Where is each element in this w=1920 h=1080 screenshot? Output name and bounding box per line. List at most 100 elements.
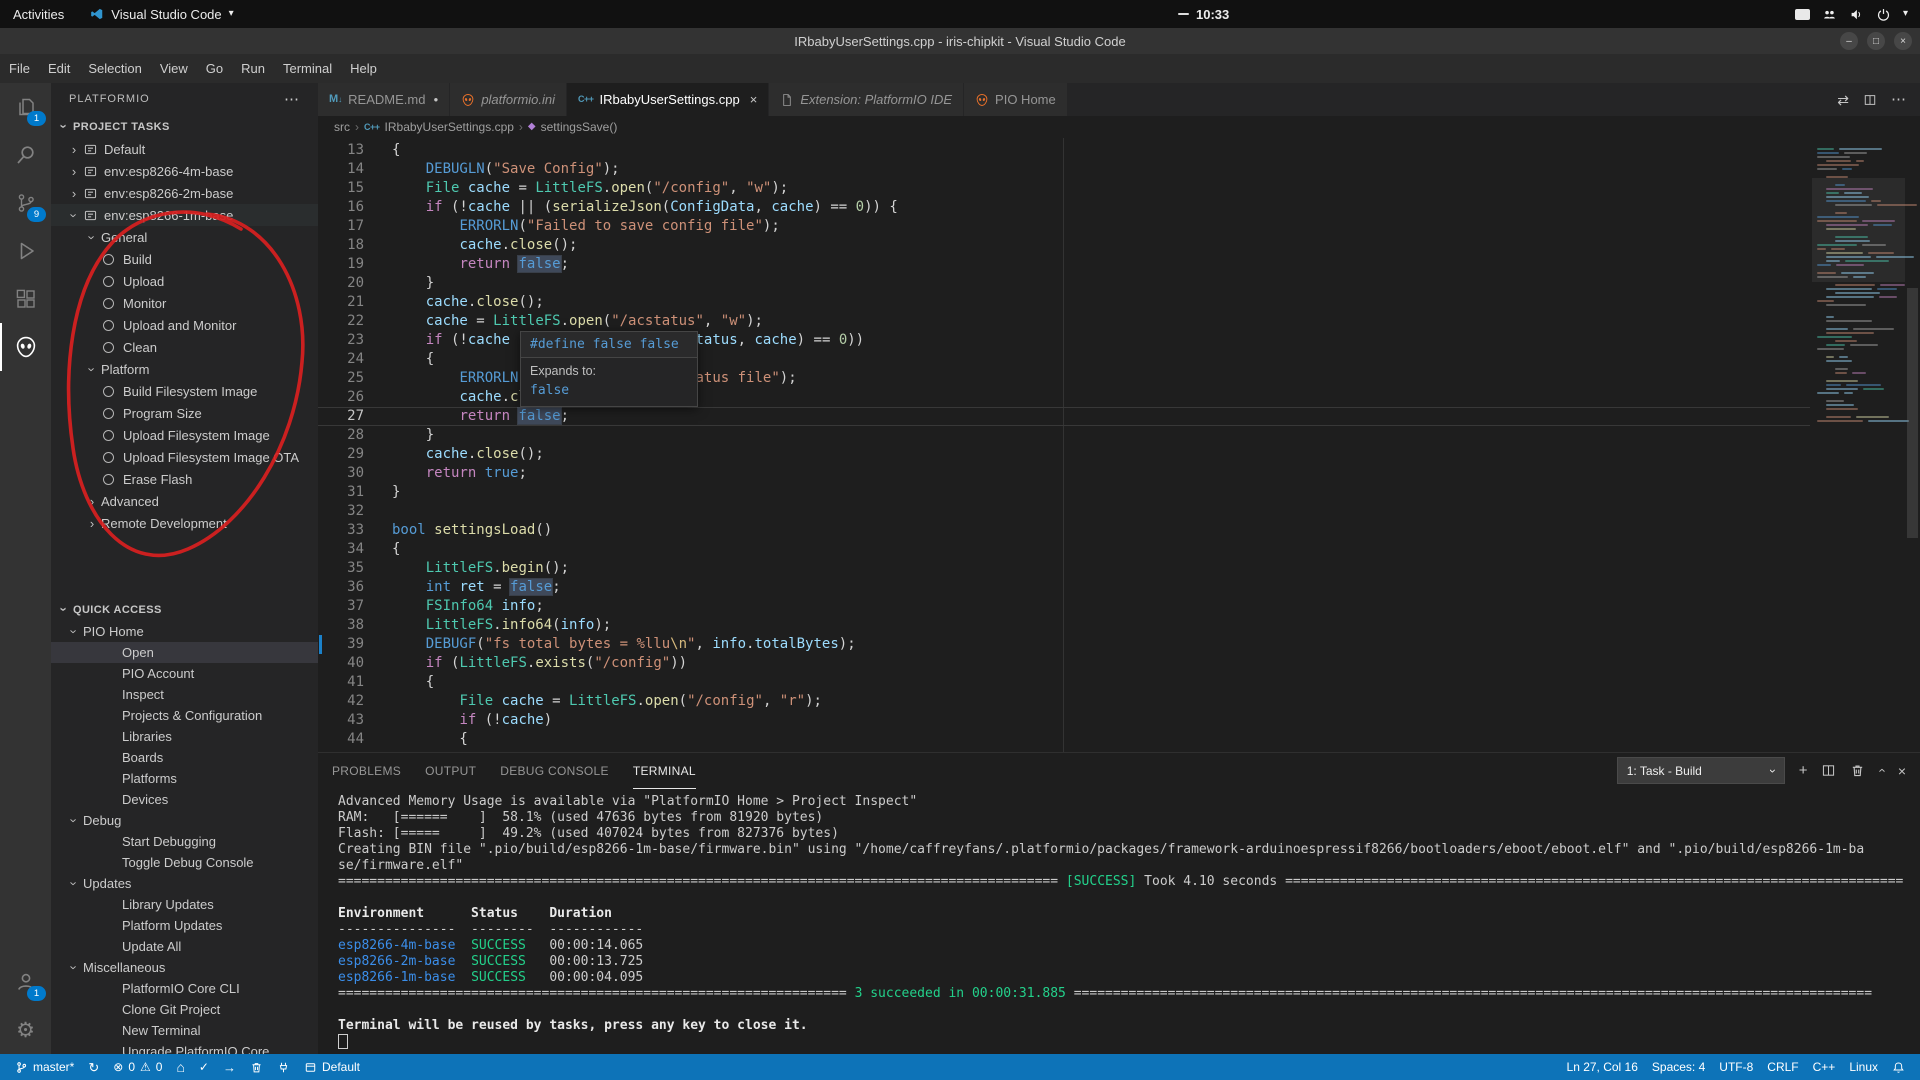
code-line-31[interactable]: 31}	[318, 483, 1810, 502]
code-line-16[interactable]: 16 if (!cache || (serializeJson(ConfigDa…	[318, 198, 1810, 217]
compare-changes-icon[interactable]: ⇄	[1837, 93, 1849, 107]
task-erase-flash[interactable]: Erase Flash	[51, 468, 318, 490]
volume-icon[interactable]	[1849, 7, 1864, 22]
quick-miscellaneous[interactable]: ›Miscellaneous	[51, 957, 318, 978]
activity-extensions[interactable]	[0, 275, 51, 323]
tab-platformio-ini[interactable]: platformio.ini	[450, 83, 567, 116]
new-terminal-icon[interactable]: +	[1799, 763, 1808, 778]
quick-new-terminal[interactable]: New Terminal	[51, 1020, 318, 1041]
tab-readme-md[interactable]: M↓README.md●	[318, 83, 450, 116]
quick-platforms[interactable]: Platforms	[51, 768, 318, 789]
task-upload-filesystem-image-ota[interactable]: Upload Filesystem Image OTA	[51, 446, 318, 468]
menu-view[interactable]: View	[151, 54, 197, 83]
status-pio-build[interactable]: ✓	[192, 1054, 216, 1080]
quick-pio-home[interactable]: ›PIO Home	[51, 621, 318, 642]
code-line-17[interactable]: 17 ERRORLN("Failed to save config file")…	[318, 217, 1810, 236]
menu-go[interactable]: Go	[197, 54, 232, 83]
quick-toggle-debug-console[interactable]: Toggle Debug Console	[51, 852, 318, 873]
menu-edit[interactable]: Edit	[39, 54, 79, 83]
status-pio-serial-monitor[interactable]	[270, 1054, 297, 1080]
more-actions-icon[interactable]: ⋯	[284, 90, 300, 108]
activities-button[interactable]: Activities	[0, 0, 77, 28]
code-line-14[interactable]: 14 DEBUGLN("Save Config");	[318, 160, 1810, 179]
tab-pio-home[interactable]: PIO Home	[964, 83, 1068, 116]
status-eol[interactable]: CRLF	[1760, 1054, 1805, 1080]
status-notifications[interactable]	[1885, 1054, 1912, 1080]
window-maximize-button[interactable]: □	[1867, 32, 1885, 50]
code-line-21[interactable]: 21 cache.close();	[318, 293, 1810, 312]
split-terminal-icon[interactable]	[1821, 763, 1836, 778]
code-line-40[interactable]: 40 if (LittleFS.exists("/config"))	[318, 654, 1810, 673]
status-problems[interactable]: ⊗0⚠0	[106, 1054, 169, 1080]
status-indentation[interactable]: Spaces: 4	[1645, 1054, 1712, 1080]
terminal-selector[interactable]: 1: Task - Build ›	[1617, 757, 1785, 784]
activity-source-control[interactable]: 9	[0, 179, 51, 227]
task-remote-development[interactable]: ›Remote Development	[51, 512, 318, 534]
chevron-up-icon[interactable]: ›	[1879, 764, 1883, 777]
kill-terminal-icon[interactable]	[1850, 763, 1865, 778]
terminal-output[interactable]: Advanced Memory Usage is available via "…	[318, 788, 1920, 1054]
status-encoding[interactable]: UTF-8	[1712, 1054, 1760, 1080]
menu-help[interactable]: Help	[341, 54, 386, 83]
status-cursor-position[interactable]: Ln 27, Col 16	[1560, 1054, 1645, 1080]
breadcrumb-item[interactable]: src	[334, 120, 350, 134]
status-pio-home[interactable]: ⌂	[169, 1054, 191, 1080]
code-line-33[interactable]: 33bool settingsLoad()	[318, 521, 1810, 540]
task-build-filesystem-image[interactable]: Build Filesystem Image	[51, 380, 318, 402]
breadcrumb-item[interactable]: settingsSave()	[541, 120, 618, 134]
section-quick-access[interactable]: › QUICK ACCESS	[51, 598, 318, 621]
editor-scrollbar[interactable]	[1905, 138, 1920, 752]
quick-platform-updates[interactable]: Platform Updates	[51, 915, 318, 936]
task-general[interactable]: ›General	[51, 226, 318, 248]
clock[interactable]: 10:33	[1178, 7, 1229, 22]
code-line-38[interactable]: 38 LittleFS.info64(info);	[318, 616, 1810, 635]
task-platform[interactable]: ›Platform	[51, 358, 318, 380]
code-line-32[interactable]: 32	[318, 502, 1810, 521]
code-line-37[interactable]: 37 FSInfo64 info;	[318, 597, 1810, 616]
task-upload-and-monitor[interactable]: Upload and Monitor	[51, 314, 318, 336]
activity-platformio[interactable]	[0, 323, 51, 371]
task-env-esp8266-4m-base[interactable]: ›env:esp8266-4m-base	[51, 160, 318, 182]
activity-search[interactable]	[0, 131, 51, 179]
system-tray[interactable]: ▾	[1795, 7, 1920, 22]
task-env-esp8266-1m-base[interactable]: ›env:esp8266-1m-base	[51, 204, 318, 226]
panel-tab-terminal[interactable]: TERMINAL	[633, 753, 696, 789]
tray-chevron-icon[interactable]: ▾	[1903, 9, 1908, 19]
quick-libraries[interactable]: Libraries	[51, 726, 318, 747]
code-line-42[interactable]: 42 File cache = LittleFS.open("/config",…	[318, 692, 1810, 711]
task-advanced[interactable]: ›Advanced	[51, 490, 318, 512]
more-actions-icon[interactable]: ⋯	[1891, 92, 1906, 107]
network-icon[interactable]	[1822, 7, 1837, 22]
code-line-28[interactable]: 28 }	[318, 426, 1810, 445]
menu-terminal[interactable]: Terminal	[274, 54, 341, 83]
status-os-indicator[interactable]: Linux	[1842, 1054, 1885, 1080]
quick-library-updates[interactable]: Library Updates	[51, 894, 318, 915]
activity-run-debug[interactable]	[0, 227, 51, 275]
keyboard-indicator-icon[interactable]	[1795, 9, 1810, 20]
task-clean[interactable]: Clean	[51, 336, 318, 358]
task-build[interactable]: Build	[51, 248, 318, 270]
status-language-mode[interactable]: C++	[1806, 1054, 1843, 1080]
app-menu-button[interactable]: Visual Studio Code ▾	[77, 0, 246, 28]
quick-open[interactable]: Open	[51, 642, 318, 663]
code-line-35[interactable]: 35 LittleFS.begin();	[318, 559, 1810, 578]
panel-tab-output[interactable]: OUTPUT	[425, 753, 476, 789]
tab-irbabyusersettings-cpp[interactable]: C++IRbabyUserSettings.cpp×	[567, 83, 769, 116]
code-line-29[interactable]: 29 cache.close();	[318, 445, 1810, 464]
code-line-44[interactable]: 44 {	[318, 730, 1810, 749]
code-editor[interactable]: 13{14 DEBUGLN("Save Config");15 File cac…	[318, 138, 1920, 752]
tab-extension-platformio-ide[interactable]: Extension: PlatformIO IDE	[769, 83, 964, 116]
breadcrumb-item[interactable]: IRbabyUserSettings.cpp	[385, 120, 514, 134]
code-line-39[interactable]: 39 DEBUGF("fs total bytes = %llu\n", inf…	[318, 635, 1810, 654]
task-upload[interactable]: Upload	[51, 270, 318, 292]
code-line-15[interactable]: 15 File cache = LittleFS.open("/config",…	[318, 179, 1810, 198]
status-pio-clean[interactable]	[243, 1054, 270, 1080]
section-project-tasks[interactable]: › PROJECT TASKS	[51, 115, 318, 138]
window-minimize-button[interactable]: –	[1840, 32, 1858, 50]
task-program-size[interactable]: Program Size	[51, 402, 318, 424]
status-pio-upload[interactable]: →	[216, 1054, 243, 1080]
code-line-18[interactable]: 18 cache.close();	[318, 236, 1810, 255]
window-controls[interactable]: –□×	[1831, 32, 1912, 50]
close-icon[interactable]: ×	[750, 92, 758, 107]
split-editor-icon[interactable]	[1863, 93, 1877, 107]
